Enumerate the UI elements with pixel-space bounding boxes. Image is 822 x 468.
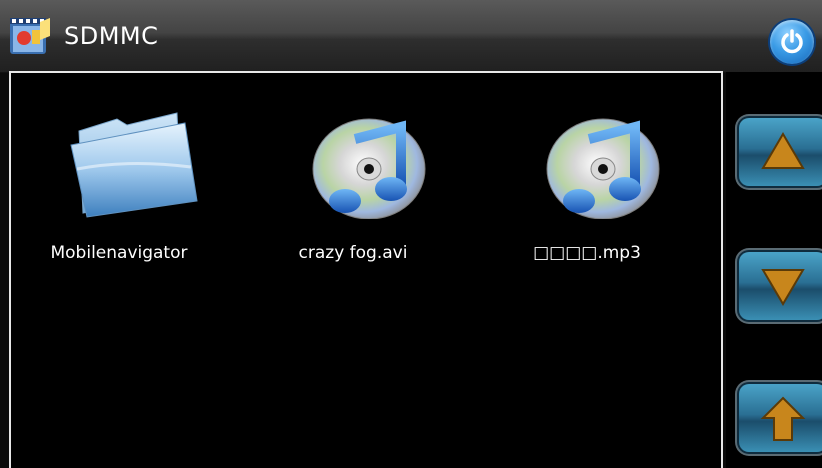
scroll-up-button[interactable] [739,118,822,186]
file-name: □□□□.mp3 [533,243,641,263]
parent-folder-button[interactable] [739,384,822,452]
side-navigation [726,72,822,468]
triangle-down-icon [761,269,805,306]
file-name: Mobilenavigator [50,243,188,263]
triangle-up-icon [761,132,805,169]
music-disc-icon [303,109,443,220]
window-title: SDMMC [64,22,159,50]
scroll-down-button[interactable] [739,252,822,320]
file-browser-panel: Mobilenavigator crazy fog.avi □□□□.mp3 [9,71,723,468]
power-icon [781,29,803,54]
app-window: SDMMC Mobilenavigator crazy fog.avi □□□□… [0,0,822,468]
power-button[interactable] [770,20,814,64]
folder-icon [69,109,209,219]
media-player-icon [10,16,50,56]
file-item-video[interactable]: crazy fog.avi [263,109,443,289]
arrow-up-icon [760,396,806,441]
music-disc-icon [537,109,677,220]
file-name: crazy fog.avi [298,243,408,263]
file-item-folder[interactable]: Mobilenavigator [29,109,209,289]
title-bar: SDMMC [0,0,822,73]
file-item-audio[interactable]: □□□□.mp3 [497,109,677,289]
